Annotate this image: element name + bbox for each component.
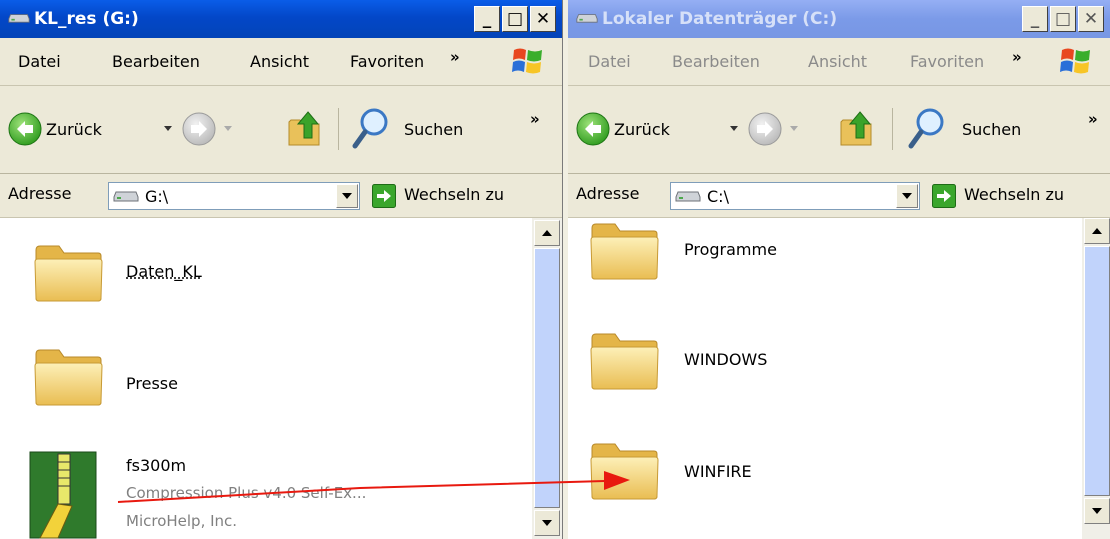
address-bar: Adresse G:\ Wechseln zu (0, 174, 562, 218)
scroll-down-button[interactable] (1084, 498, 1110, 524)
zip-archive-icon (29, 451, 97, 539)
menu-datei[interactable]: Datei (18, 52, 61, 71)
chevron-down-icon (542, 520, 552, 526)
window-title: Lokaler Datenträger (C:) (602, 9, 838, 29)
vertical-scrollbar[interactable] (1082, 218, 1110, 539)
back-arrow-icon[interactable] (8, 112, 42, 146)
up-folder-icon[interactable] (286, 108, 324, 148)
go-arrow-icon[interactable] (932, 184, 956, 208)
address-value: C:\ (707, 187, 729, 206)
item-name: Presse (126, 374, 178, 393)
chevron-down-icon (1092, 508, 1102, 514)
item-name: Programme (684, 240, 777, 259)
minimize-button[interactable]: _ (474, 6, 500, 32)
explorer-window-c: Lokaler Datenträger (C:) _ □ ✕ Datei Bea… (568, 0, 1110, 539)
menu-bar: Datei Bearbeiten Ansicht Favoriten » (0, 38, 562, 86)
address-value: G:\ (145, 187, 169, 206)
go-button[interactable]: Wechseln zu (964, 185, 1064, 204)
back-dropdown-icon[interactable] (164, 126, 172, 131)
folder-icon (32, 344, 104, 406)
folder-icon (588, 328, 660, 390)
drive-icon (8, 11, 30, 25)
toolbar-separator (892, 108, 893, 150)
file-list: Daten_KL Presse fs300m Compression Plus … (0, 218, 532, 539)
menu-favoriten[interactable]: Favoriten (910, 52, 984, 71)
back-button[interactable]: Zurück (614, 120, 670, 139)
close-button[interactable]: ✕ (1078, 6, 1104, 32)
menu-ansicht[interactable]: Ansicht (250, 52, 309, 71)
up-folder-icon[interactable] (838, 108, 876, 148)
menu-datei[interactable]: Datei (588, 52, 631, 71)
window-title: KL_res (G:) (34, 9, 139, 29)
file-list: Programme WINDOWS WINFIRE (568, 218, 1082, 539)
item-name: WINDOWS (684, 350, 768, 369)
item-name: Daten_KL (126, 262, 202, 281)
address-input[interactable]: C:\ (670, 182, 920, 210)
folder-icon (32, 240, 104, 302)
chevron-up-icon (1092, 228, 1102, 234)
title-bar[interactable]: KL_res (G:) _ □ ✕ (0, 0, 562, 38)
forward-dropdown-icon[interactable] (790, 126, 798, 131)
chevron-down-icon (342, 193, 352, 199)
drive-icon (675, 189, 701, 203)
address-bar: Adresse C:\ Wechseln zu (568, 174, 1110, 218)
go-button[interactable]: Wechseln zu (404, 185, 504, 204)
menu-bar: Datei Bearbeiten Ansicht Favoriten » (568, 38, 1110, 86)
go-arrow-icon[interactable] (372, 184, 396, 208)
toolbar-overflow-button[interactable]: » (1088, 110, 1098, 128)
maximize-button[interactable]: □ (502, 6, 528, 32)
toolbar-separator (338, 108, 339, 150)
address-dropdown-button[interactable] (896, 184, 918, 208)
search-icon[interactable] (352, 106, 392, 150)
back-arrow-icon[interactable] (576, 112, 610, 146)
back-button[interactable]: Zurück (46, 120, 102, 139)
maximize-button[interactable]: □ (1050, 6, 1076, 32)
chevron-up-icon (542, 230, 552, 236)
menu-overflow-button[interactable]: » (450, 48, 460, 66)
item-name: WINFIRE (684, 462, 752, 481)
explorer-window-g: KL_res (G:) _ □ ✕ Datei Bearbeiten Ansic… (0, 0, 563, 539)
drive-icon (113, 189, 139, 203)
item-description: Compression Plus v4.0 Self-Ex... (126, 484, 367, 502)
address-label: Adresse (8, 184, 72, 203)
address-label: Adresse (576, 184, 640, 203)
menu-ansicht[interactable]: Ansicht (808, 52, 867, 71)
item-name: fs300m (126, 456, 187, 475)
search-button[interactable]: Suchen (404, 120, 463, 139)
title-bar[interactable]: Lokaler Datenträger (C:) _ □ ✕ (568, 0, 1110, 38)
address-input[interactable]: G:\ (108, 182, 360, 210)
item-company: MicroHelp, Inc. (126, 512, 238, 530)
standard-toolbar: Zurück Suchen » (0, 86, 562, 174)
menu-overflow-button[interactable]: » (1012, 48, 1022, 66)
menu-bearbeiten[interactable]: Bearbeiten (112, 52, 200, 71)
minimize-button[interactable]: _ (1022, 6, 1048, 32)
menu-bearbeiten[interactable]: Bearbeiten (672, 52, 760, 71)
vertical-scrollbar[interactable] (532, 218, 562, 539)
chevron-down-icon (902, 193, 912, 199)
scroll-thumb[interactable] (534, 248, 560, 508)
drive-icon (576, 11, 598, 25)
forward-dropdown-icon[interactable] (224, 126, 232, 131)
folder-icon (588, 218, 660, 280)
scroll-up-button[interactable] (534, 220, 560, 246)
standard-toolbar: Zurück Suchen » (568, 86, 1110, 174)
back-dropdown-icon[interactable] (730, 126, 738, 131)
toolbar-overflow-button[interactable]: » (530, 110, 540, 128)
folder-icon (588, 438, 660, 500)
scroll-down-button[interactable] (534, 510, 560, 536)
search-button[interactable]: Suchen (962, 120, 1021, 139)
close-button[interactable]: ✕ (530, 6, 556, 32)
scroll-up-button[interactable] (1084, 218, 1110, 244)
windows-flag-icon (508, 44, 548, 80)
forward-arrow-icon[interactable] (182, 112, 216, 146)
address-dropdown-button[interactable] (336, 184, 358, 208)
scroll-thumb[interactable] (1084, 246, 1110, 496)
menu-favoriten[interactable]: Favoriten (350, 52, 424, 71)
forward-arrow-icon[interactable] (748, 112, 782, 146)
windows-flag-icon (1056, 44, 1096, 80)
search-icon[interactable] (908, 106, 948, 150)
